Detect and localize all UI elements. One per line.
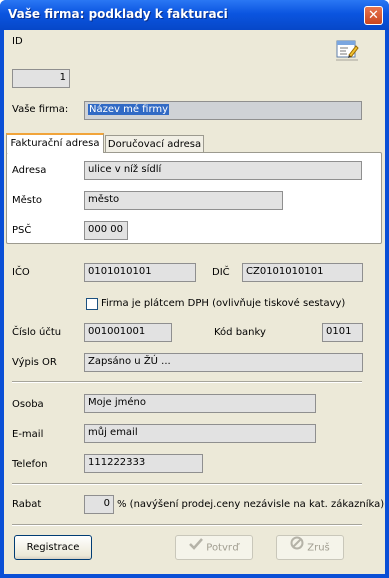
zip-field[interactable]: 000 00 bbox=[84, 221, 128, 240]
registration-button[interactable]: Registrace bbox=[14, 535, 92, 560]
discount-field[interactable]: 0 bbox=[84, 495, 114, 514]
street-label: Adresa bbox=[12, 165, 47, 176]
close-button[interactable]: ✕ bbox=[364, 6, 383, 25]
ico-label: IČO bbox=[12, 267, 30, 278]
person-label: Osoba bbox=[12, 399, 44, 410]
confirm-button[interactable]: Potvrď bbox=[175, 535, 253, 560]
confirm-label: Potvrď bbox=[206, 542, 239, 554]
edit-form-icon[interactable] bbox=[334, 38, 360, 62]
tab-delivery-address[interactable]: Doručovací adresa bbox=[105, 135, 204, 153]
checkmark-icon bbox=[189, 536, 204, 559]
register-label: Výpis OR bbox=[12, 357, 57, 368]
dialog-window: Vaše firma: podklady k fakturaci ✕ ID 1 … bbox=[0, 0, 389, 578]
street-field[interactable]: ulice v níž sídlí bbox=[84, 161, 362, 180]
company-name-field[interactable]: Název mé firmy bbox=[84, 101, 362, 120]
divider bbox=[12, 483, 362, 485]
person-field[interactable]: Moje jméno bbox=[84, 394, 316, 413]
vat-payer-checkbox[interactable] bbox=[86, 298, 98, 310]
bank-code-field[interactable]: 0101 bbox=[322, 323, 363, 342]
id-field[interactable]: 1 bbox=[12, 69, 70, 88]
divider bbox=[12, 381, 362, 383]
phone-label: Telefon bbox=[12, 459, 48, 470]
title-bar[interactable]: Vaše firma: podklady k fakturaci ✕ bbox=[0, 0, 389, 30]
divider bbox=[12, 524, 362, 526]
id-label: ID bbox=[12, 36, 23, 47]
cancel-label: Zruš bbox=[307, 542, 330, 554]
phone-field[interactable]: 111222333 bbox=[84, 454, 203, 473]
bank-code-label: Kód banky bbox=[214, 327, 266, 338]
dialog-body: ID 1 Vaše firma: Název mé firmy Fakturač… bbox=[4, 30, 385, 574]
city-label: Město bbox=[12, 195, 43, 206]
account-number-field[interactable]: 001001001 bbox=[84, 323, 172, 342]
email-field[interactable]: můj email bbox=[84, 424, 316, 443]
dic-field[interactable]: CZ0101010101 bbox=[242, 263, 363, 282]
zip-label: PSČ bbox=[12, 225, 32, 236]
city-field[interactable]: město bbox=[84, 191, 283, 210]
register-field[interactable]: Zapsáno u ŽÚ ... bbox=[84, 353, 363, 372]
tab-billing-address[interactable]: Fakturační adresa bbox=[6, 133, 104, 153]
dic-label: DIČ bbox=[212, 267, 230, 278]
discount-note: % (navýšení prodej.ceny nezávisle na kat… bbox=[117, 499, 385, 510]
company-label: Vaše firma: bbox=[12, 104, 69, 115]
account-number-label: Číslo účtu bbox=[12, 327, 62, 338]
cancel-circle-icon bbox=[290, 536, 304, 559]
company-name-value: Název mé firmy bbox=[88, 104, 170, 115]
discount-label: Rabat bbox=[12, 499, 42, 510]
ico-field[interactable]: 0101010101 bbox=[84, 263, 196, 282]
cancel-button[interactable]: Zruš bbox=[276, 535, 344, 560]
vat-payer-label: Firma je plátcem DPH (ovlivňuje tiskové … bbox=[101, 298, 346, 309]
email-label: E-mail bbox=[12, 429, 44, 440]
window-title: Vaše firma: podklady k fakturaci bbox=[8, 7, 228, 21]
